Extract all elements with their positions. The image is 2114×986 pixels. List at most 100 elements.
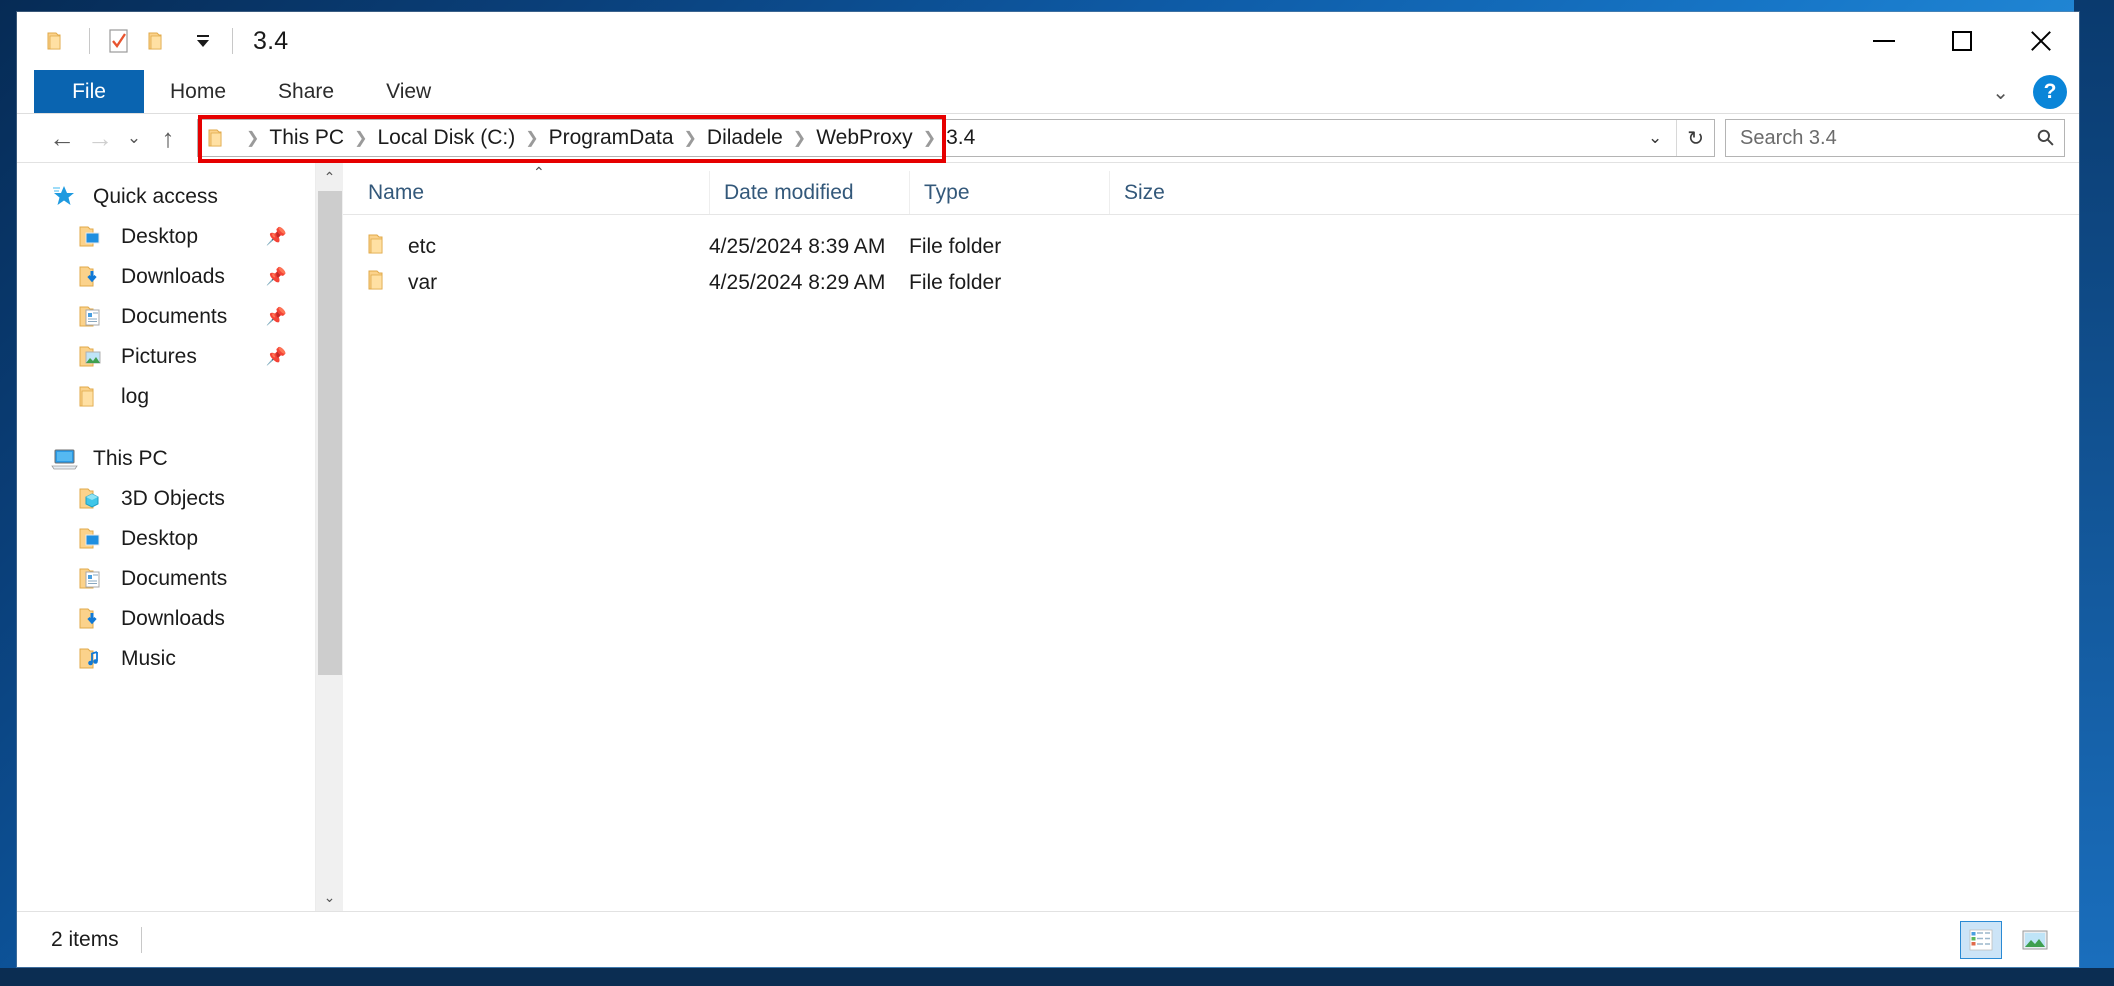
- desktop-background: 3.4 File Home Share View ⌄ ? ← → ⌄ ↑ ❯ T…: [0, 0, 2114, 986]
- breadcrumb-item-current[interactable]: 3.4: [940, 124, 981, 152]
- close-icon: [2028, 29, 2052, 53]
- tab-share[interactable]: Share: [252, 70, 360, 113]
- pin-icon[interactable]: 📌: [266, 347, 287, 367]
- file-list: etc 4/25/2024 8:39 AM File folder var 4/…: [343, 215, 2079, 911]
- column-label: Date modified: [724, 180, 854, 204]
- scroll-down-icon[interactable]: ⌄: [324, 883, 336, 911]
- address-dropdown-icon[interactable]: ⌄: [1634, 120, 1676, 156]
- breadcrumb: ❯ This PC ❯ Local Disk (C:) ❯ ProgramDat…: [242, 124, 1634, 152]
- item-count-label: 2 items: [51, 927, 119, 951]
- pin-icon[interactable]: 📌: [266, 267, 287, 287]
- back-button[interactable]: ←: [43, 119, 81, 157]
- search-box[interactable]: ⚲: [1725, 119, 2065, 157]
- folder-icon: [79, 384, 109, 410]
- sort-ascending-icon: ⌃: [533, 164, 545, 180]
- cell-size: [1109, 229, 1241, 265]
- breadcrumb-separator: ❯: [525, 130, 539, 147]
- column-header-size[interactable]: Size: [1109, 171, 1241, 214]
- details-view-button[interactable]: [1960, 920, 2002, 959]
- folder-icon: [368, 269, 394, 297]
- column-label: Type: [924, 180, 970, 204]
- help-button[interactable]: ?: [2033, 75, 2067, 109]
- column-headers: ⌃ Name Date modified Type Size: [343, 163, 2079, 215]
- large-icons-view-button[interactable]: [2015, 922, 2055, 958]
- close-button[interactable]: [2001, 12, 2079, 70]
- folder-pictures-icon: [79, 344, 109, 370]
- sidebar-item-downloads-qa[interactable]: Downloads 📌: [17, 257, 315, 297]
- folder-icon: [368, 233, 394, 261]
- new-item-checkmark-icon[interactable]: [98, 21, 140, 61]
- properties-folder-icon[interactable]: [39, 21, 81, 61]
- breadcrumb-item-diladele[interactable]: Diladele: [701, 124, 789, 152]
- sidebar-item-label: Documents: [121, 305, 228, 328]
- cell-date-modified: 4/25/2024 8:39 AM: [709, 235, 886, 258]
- sidebar-item-desktop-pc[interactable]: Desktop: [17, 519, 315, 559]
- collapse-ribbon-icon[interactable]: ⌄: [1982, 80, 2019, 105]
- maximize-icon: [1952, 31, 1972, 51]
- cell-name: etc: [343, 229, 709, 265]
- file-name: var: [408, 271, 438, 294]
- sidebar-group-quick-access[interactable]: Quick access: [17, 177, 315, 217]
- breadcrumb-item-local-disk[interactable]: Local Disk (C:): [372, 124, 522, 152]
- file-name: etc: [408, 235, 437, 258]
- ribbon-tab-bar: File Home Share View ⌄ ?: [17, 70, 2079, 114]
- pin-icon[interactable]: 📌: [266, 227, 287, 247]
- scroll-up-icon[interactable]: ⌃: [324, 163, 336, 191]
- cell-size: [1109, 265, 1241, 301]
- sidebar-item-label: Downloads: [121, 607, 225, 630]
- sidebar-item-label: Downloads: [121, 265, 225, 288]
- breadcrumb-item-webproxy[interactable]: WebProxy: [810, 124, 918, 152]
- star-icon: [51, 184, 81, 210]
- this-pc-icon: [51, 446, 81, 472]
- sidebar-item-documents-pc[interactable]: Documents: [17, 559, 315, 599]
- folder-documents-icon: [79, 566, 109, 592]
- refresh-icon[interactable]: ↻: [1676, 120, 1714, 156]
- forward-button[interactable]: →: [81, 119, 119, 157]
- up-button[interactable]: ↑: [149, 119, 187, 157]
- pin-icon[interactable]: 📌: [266, 307, 287, 327]
- sidebar-item-music[interactable]: Music: [17, 639, 315, 679]
- tab-home[interactable]: Home: [144, 70, 252, 113]
- table-row[interactable]: etc 4/25/2024 8:39 AM File folder: [343, 229, 2079, 265]
- sidebar-group-this-pc[interactable]: This PC: [17, 439, 315, 479]
- sidebar-item-documents-qa[interactable]: Documents 📌: [17, 297, 315, 337]
- address-bar[interactable]: ❯ This PC ❯ Local Disk (C:) ❯ ProgramDat…: [197, 115, 1715, 163]
- recent-locations-button[interactable]: ⌄: [119, 119, 149, 157]
- column-header-date-modified[interactable]: Date modified: [709, 171, 909, 214]
- folder-downloads-icon: [79, 264, 109, 290]
- cell-date-modified: 4/25/2024 8:29 AM: [709, 271, 886, 294]
- sidebar-item-3d-objects[interactable]: 3D Objects: [17, 479, 315, 519]
- sidebar-item-desktop-qa[interactable]: Desktop 📌: [17, 217, 315, 257]
- taskbar: [0, 968, 2114, 986]
- customize-quick-access-toolbar-icon[interactable]: [182, 21, 224, 61]
- status-separator: [140, 926, 142, 953]
- title-separator: [232, 28, 233, 54]
- folder-downloads-icon: [79, 606, 109, 632]
- scrollbar-track[interactable]: [316, 191, 343, 883]
- sidebar-group-label: This PC: [93, 447, 168, 470]
- new-folder-icon[interactable]: [140, 21, 182, 61]
- folder-music-icon: [79, 646, 109, 672]
- status-bar: 2 items: [17, 911, 2079, 967]
- sidebar-item-downloads-pc[interactable]: Downloads: [17, 599, 315, 639]
- sidebar-item-label: log: [121, 385, 150, 408]
- search-input[interactable]: [1740, 126, 2038, 150]
- maximize-button[interactable]: [1923, 12, 2001, 70]
- breadcrumb-separator: ❯: [246, 130, 260, 147]
- tab-view[interactable]: View: [360, 70, 457, 113]
- navigation-tree: Quick access Desktop 📌 Downloads 📌 Docum…: [17, 163, 315, 911]
- tab-file[interactable]: File: [34, 70, 144, 113]
- minimize-button[interactable]: [1845, 12, 1923, 70]
- table-row[interactable]: var 4/25/2024 8:29 AM File folder: [343, 265, 2079, 301]
- scrollbar-thumb[interactable]: [318, 191, 342, 676]
- sidebar-item-pictures-qa[interactable]: Pictures 📌: [17, 337, 315, 377]
- breadcrumb-item-this-pc[interactable]: This PC: [263, 124, 350, 152]
- sidebar-item-label: Desktop: [121, 527, 199, 550]
- breadcrumb-item-programdata[interactable]: ProgramData: [543, 124, 680, 152]
- column-header-type[interactable]: Type: [909, 171, 1109, 214]
- column-header-name[interactable]: ⌃ Name: [343, 164, 709, 214]
- navigation-pane-scrollbar[interactable]: ⌃ ⌄: [315, 163, 343, 911]
- sidebar-item-log[interactable]: log: [17, 377, 315, 417]
- folder-desktop-icon: [79, 224, 109, 250]
